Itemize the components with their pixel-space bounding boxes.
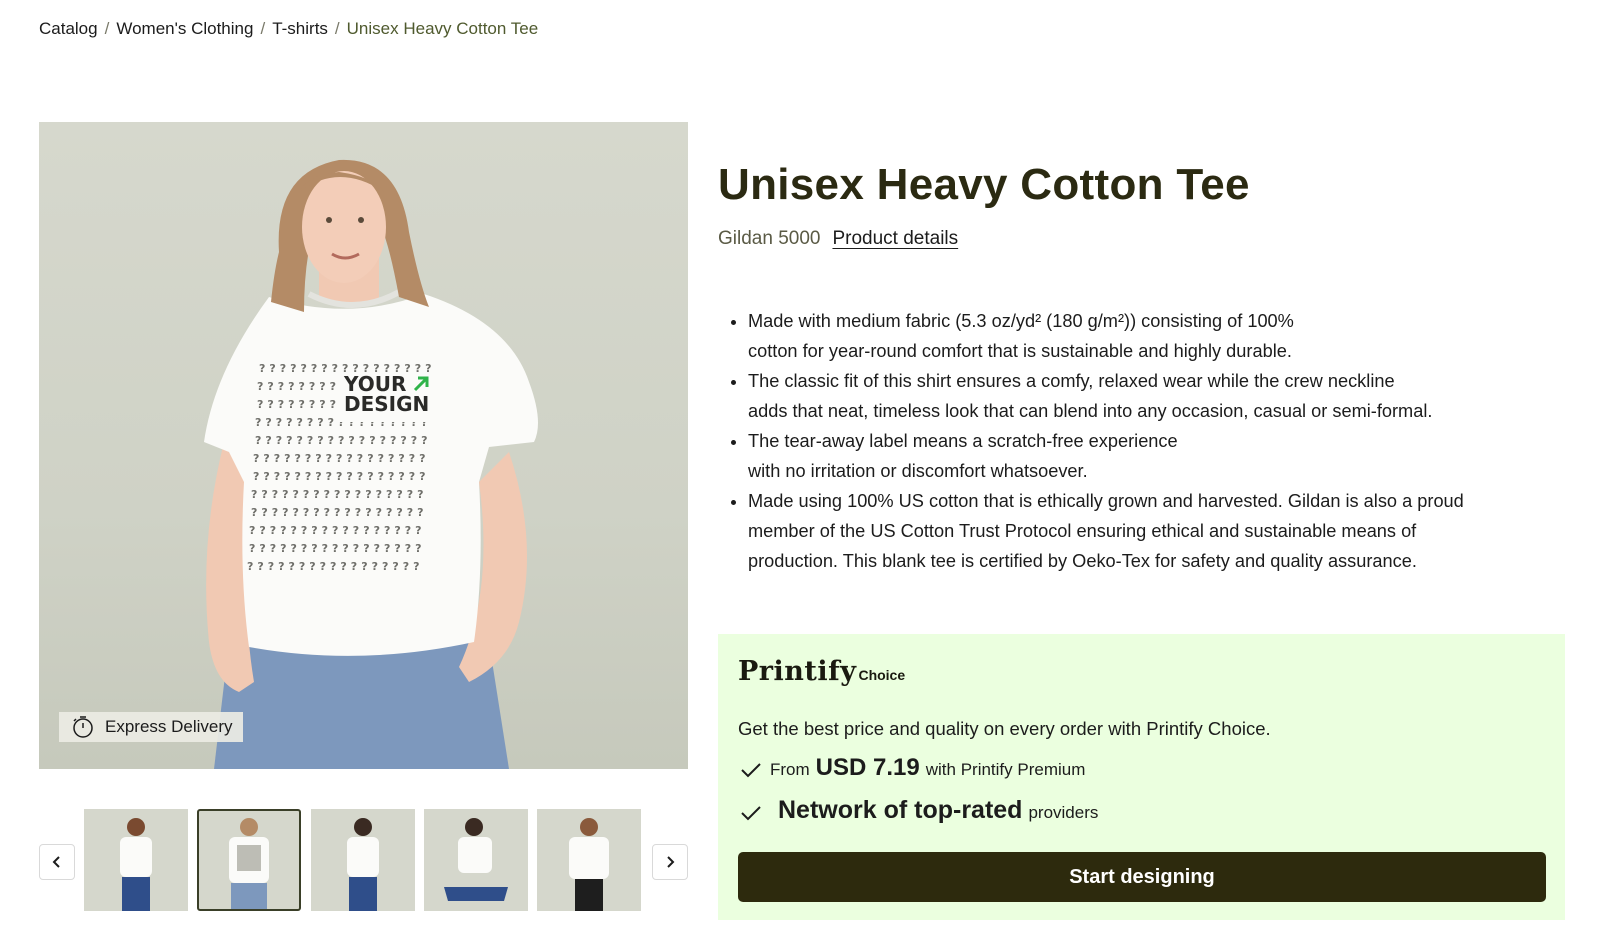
thumbnail-front-view[interactable] [84,809,188,911]
svg-text:?????????????????: ????????????????? [253,452,429,465]
choice-tagline: Get the best price and quality on every … [738,718,1271,739]
product-model: Gildan 5000 [718,228,821,249]
gallery-next-button[interactable] [652,844,688,880]
thumbnail-gallery [39,808,688,912]
perk-price-prefix: From [770,760,810,779]
perk-network-suffix: providers [1028,803,1099,822]
svg-text:?????????????????: ????????????????? [249,542,425,555]
product-subline: Gildan 5000 Product details [718,228,958,250]
breadcrumb-t-shirts[interactable]: T-shirts [272,19,328,39]
printify-choice-panel: Printify Choice Get the best price and q… [718,634,1565,920]
thumbnail-image [229,818,269,909]
thumbnail-image [347,818,379,911]
thumbnail-seated-view[interactable] [424,809,528,911]
thumbnail-back-view[interactable] [311,809,415,911]
svg-text:?????????????????: ????????????????? [251,488,427,501]
printify-logo-wordmark: Printify [738,656,857,687]
stopwatch-icon [73,716,93,738]
print-design-text: YOUR DESIGN [344,374,430,414]
product-title: Unisex Heavy Cotton Tee [718,160,1250,209]
breadcrumb-separator: / [334,19,340,38]
perk-price: From USD 7.19 with Printify Premium [738,754,1085,782]
chevron-right-icon [667,856,675,868]
svg-text:?????????????????: ????????????????? [249,524,425,537]
thumbnail-image [444,818,508,901]
breadcrumb-separator: / [260,19,266,38]
perk-price-suffix: with Printify Premium [925,760,1086,779]
svg-text:?????????????????: ????????????????? [247,560,423,573]
feature-item: Made using 100% US cotton that is ethica… [748,486,1568,576]
start-designing-button[interactable]: Start designing [738,852,1546,902]
breadcrumb-current: Unisex Heavy Cotton Tee [346,19,539,38]
check-icon [741,763,761,778]
perk-price-value: USD 7.19 [815,754,920,781]
svg-text:?????????????????: ????????????????? [253,470,429,483]
chevron-left-icon [52,856,60,868]
thumbnail-male-model-view[interactable] [537,809,641,911]
feature-item: The classic fit of this shirt ensures a … [748,366,1568,426]
print-text-line1: YOUR [344,374,430,394]
model-wearing-tee-illustration: ????????????????? ????????????????? ????… [204,159,538,769]
product-details-link[interactable]: Product details [832,228,958,250]
express-delivery-label: Express Delivery [105,717,233,736]
thumbnail-image [569,818,609,911]
feature-item: Made with medium fabric (5.3 oz/yd² (180… [748,306,1568,366]
thumbnail-image [120,818,152,911]
express-delivery-badge: Express Delivery [59,712,243,742]
arrow-up-right-icon [414,376,429,392]
printify-choice-logo: Printify Choice [738,656,905,687]
breadcrumb-catalog[interactable]: Catalog [39,19,98,39]
svg-text:?????????????????: ????????????????? [251,506,427,519]
breadcrumb-womens-clothing[interactable]: Women's Clothing [116,19,253,39]
printify-logo-suffix: Choice [858,667,906,683]
perk-network: Network of top-rated providers [738,796,1098,825]
breadcrumb: Catalog / Women's Clothing / T-shirts / … [39,19,538,39]
breadcrumb-separator: / [104,19,110,38]
check-icon [741,806,761,821]
svg-text:?????????????????: ????????????????? [255,434,431,447]
feature-item: The tear-away label means a scratch-free… [748,426,1568,486]
thumbnail-design-view[interactable] [197,809,301,911]
product-main-image[interactable]: ????????????????? ????????????????? ????… [39,122,688,769]
product-features-list: Made with medium fabric (5.3 oz/yd² (180… [718,306,1568,576]
print-text-line2: DESIGN [344,392,430,416]
gallery-prev-button[interactable] [39,844,75,880]
perk-network-bold: Network of top-rated [778,796,1023,824]
